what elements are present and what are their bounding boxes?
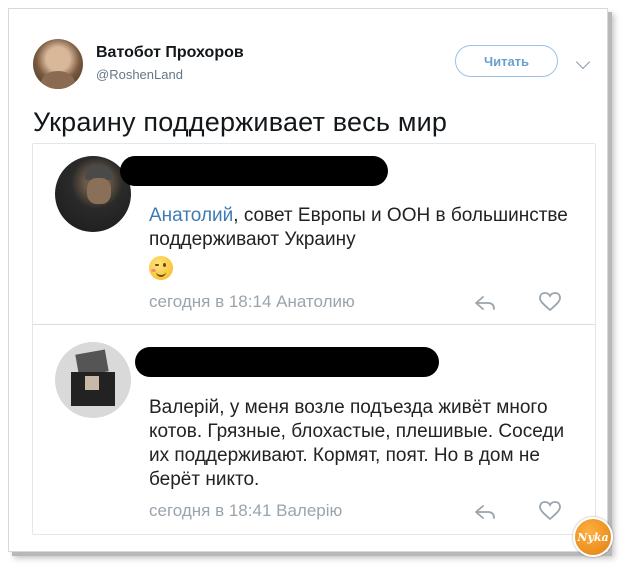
tweet-text: Украину поддерживает весь мир	[33, 107, 448, 137]
author-name[interactable]: Ватобот Прохоров	[96, 44, 244, 62]
follow-button[interactable]: Читать	[455, 45, 558, 77]
commenter-avatar	[55, 342, 131, 418]
embedded-screenshot-card[interactable]: Анатолий, совет Европы и ООН в большинст…	[32, 143, 596, 535]
screenshot-frame: Ватобот Прохоров @RoshenLand Читать Укра…	[8, 8, 613, 557]
redacted-name-bar	[135, 347, 439, 377]
redacted-name-bar	[120, 156, 388, 186]
mention-link: Анатолий	[149, 205, 234, 226]
reply-icon	[475, 296, 495, 310]
comment-divider	[33, 324, 595, 325]
author-avatar[interactable]	[33, 39, 83, 89]
author-handle[interactable]: @RoshenLand	[96, 67, 183, 82]
comment-meta: сегодня в 18:41 Валерію	[149, 501, 343, 520]
chevron-down-icon[interactable]	[575, 54, 591, 70]
winking-face-icon	[149, 256, 173, 280]
heart-icon	[539, 292, 561, 312]
comment-meta: сегодня в 18:14 Анатолию	[149, 292, 355, 311]
comment-text: Анатолий, совет Европы и ООН в большинст…	[149, 205, 568, 250]
reply-icon	[475, 505, 495, 519]
watermark-logo: Nyka	[573, 517, 613, 557]
heart-icon	[539, 501, 561, 521]
comment-text: Валерій, у меня возле подъезда живёт мно…	[149, 397, 565, 490]
